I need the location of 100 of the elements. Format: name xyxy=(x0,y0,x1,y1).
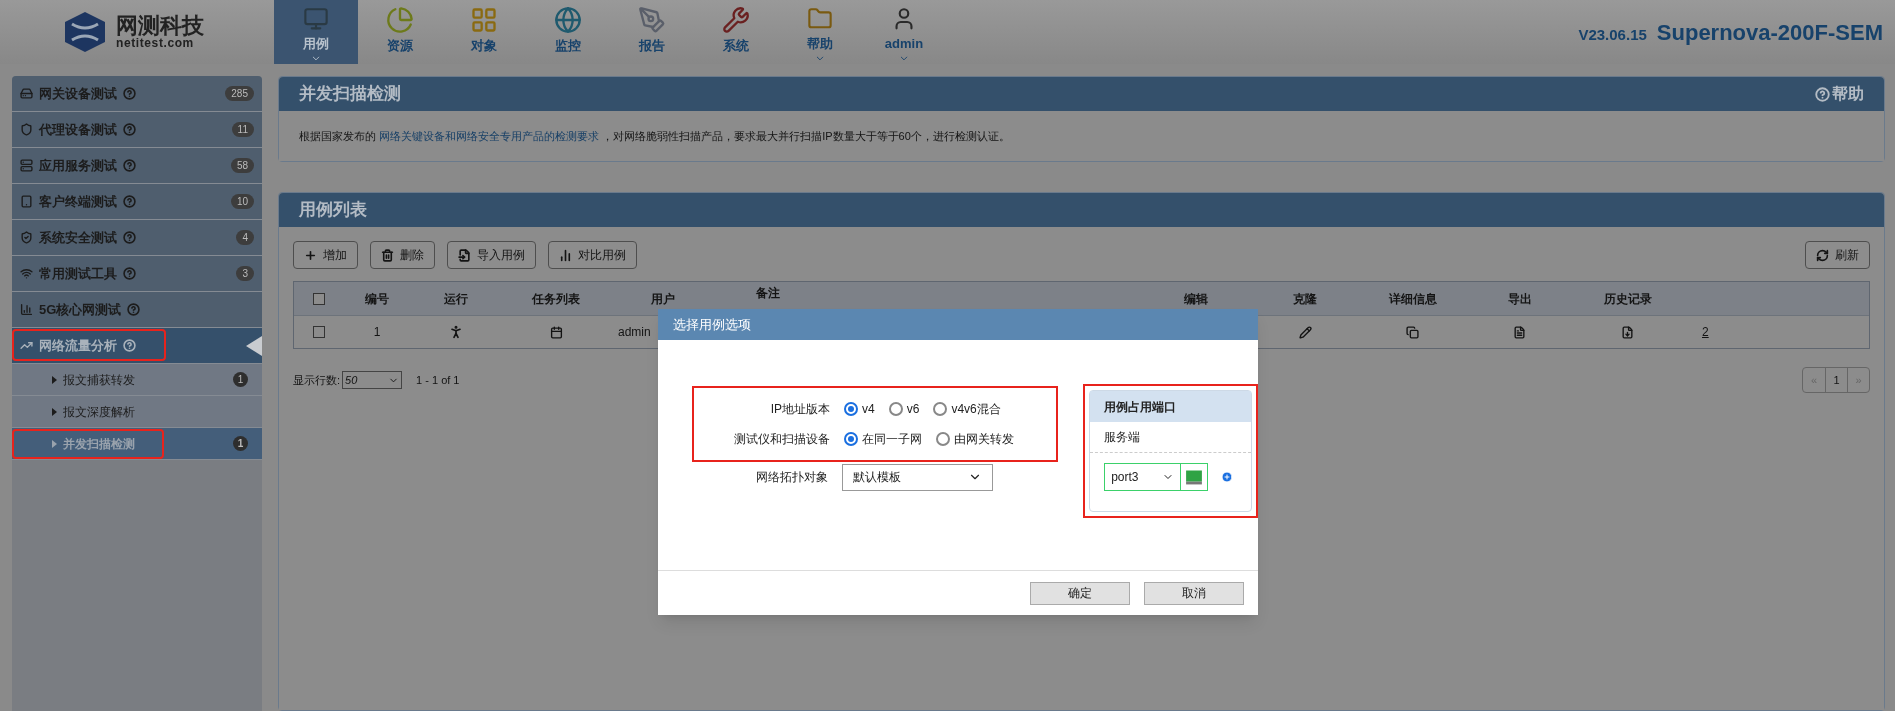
sidebar-item[interactable]: 应用服务测试 58 xyxy=(12,148,262,184)
column-header: 用户 xyxy=(651,290,675,308)
nav-tab[interactable]: 用例 xyxy=(274,0,358,64)
ports-title: 用例占用端口 xyxy=(1104,398,1177,416)
count-badge: 285 xyxy=(225,86,254,101)
column-header: 编号 xyxy=(365,290,389,308)
globe-icon xyxy=(554,6,582,34)
bullet-icon xyxy=(52,439,57,448)
nav-tab[interactable]: 帮助 xyxy=(778,0,862,64)
radio-button[interactable] xyxy=(936,432,950,446)
shield-icon xyxy=(20,123,33,136)
page-button[interactable]: 1 xyxy=(1825,368,1847,392)
signal-icon xyxy=(20,303,33,316)
topology-select[interactable]: 默认模板 xyxy=(842,463,993,491)
option-label: IP地址版本 xyxy=(769,401,831,418)
help-link[interactable]: 帮助 xyxy=(1832,82,1864,106)
server-icon xyxy=(20,159,33,172)
bullet-icon xyxy=(52,375,57,384)
copy-icon[interactable] xyxy=(1406,325,1419,339)
column-header: 运行 xyxy=(444,290,468,308)
count-badge: 3 xyxy=(236,266,254,281)
toolbar-button[interactable]: 导入用例 xyxy=(447,241,536,269)
refresh-button[interactable]: 刷新 xyxy=(1805,241,1870,269)
category-label: 代理设备测试 xyxy=(39,120,117,139)
help-icon xyxy=(1815,86,1830,102)
nav-tab[interactable]: 资源 xyxy=(358,0,442,64)
radio-label: v6 xyxy=(906,401,920,418)
radio-label: 由网关转发 xyxy=(954,431,1014,448)
pie-chart-icon xyxy=(386,6,414,34)
nav-tab[interactable]: admin xyxy=(862,0,946,64)
column-header: 历史记录 xyxy=(1603,290,1652,308)
nav-tab[interactable]: 报告 xyxy=(610,0,694,64)
history-link[interactable]: 2 xyxy=(1702,325,1709,339)
toolbar-button[interactable]: 增加 xyxy=(293,241,358,269)
column-header: 编辑 xyxy=(1184,290,1208,308)
radio-label: v4v6混合 xyxy=(951,401,1001,418)
radio-button[interactable] xyxy=(844,402,858,416)
bar-chart-icon xyxy=(559,248,572,262)
help-icon[interactable] xyxy=(123,159,136,172)
dialog-title: 选择用例选项 xyxy=(673,315,751,334)
help-icon[interactable] xyxy=(123,339,136,352)
help-icon[interactable] xyxy=(123,267,136,280)
dialog-button[interactable]: 确定 xyxy=(1030,581,1130,605)
help-icon[interactable] xyxy=(123,231,136,244)
dialog-button[interactable]: 取消 xyxy=(1144,581,1244,605)
select-all-checkbox[interactable] xyxy=(313,292,325,305)
help-icon[interactable] xyxy=(127,303,141,316)
run-icon[interactable] xyxy=(448,324,464,340)
sidebar-item[interactable]: 客户终端测试 10 xyxy=(12,184,262,220)
radio-button[interactable] xyxy=(933,402,948,416)
sidebar-item[interactable]: 代理设备测试 11 xyxy=(12,112,262,148)
rows-select[interactable]: 50 xyxy=(342,371,403,389)
range-label: 1 - 1 of 1 xyxy=(416,372,460,388)
radio-button[interactable] xyxy=(844,432,858,446)
subitem-label: 报文深度解析 xyxy=(63,403,135,421)
radio-label: 在同一子网 xyxy=(862,431,922,448)
nav-tab[interactable]: 监控 xyxy=(526,0,610,64)
radio-button[interactable] xyxy=(888,402,903,416)
count-badge: 11 xyxy=(231,122,254,137)
port-select[interactable]: port3 xyxy=(1104,463,1182,491)
standard-link[interactable]: 网络关键设备和网络安全专用产品的检测要求 xyxy=(379,129,600,142)
pen-icon xyxy=(638,6,666,34)
subitem-label: 报文捕获转发 xyxy=(63,371,135,389)
logo-domain: netitest.com xyxy=(116,37,194,49)
document-icon[interactable] xyxy=(1513,325,1526,339)
count-badge: 1 xyxy=(233,436,248,451)
nav-tab[interactable]: 对象 xyxy=(442,0,526,64)
toolbar-button[interactable]: 删除 xyxy=(370,241,435,269)
help-icon[interactable] xyxy=(123,123,136,136)
table-cell-text: 1 xyxy=(373,324,381,341)
radio-label: v4 xyxy=(862,401,875,418)
calendar-icon[interactable] xyxy=(549,325,563,339)
plus-icon xyxy=(304,248,317,262)
refresh-icon xyxy=(1816,248,1829,262)
help-icon[interactable] xyxy=(123,195,136,208)
sidebar-item[interactable]: 网络流量分析 xyxy=(12,328,262,364)
rows-label: 显示行数: xyxy=(293,372,341,388)
panel-title: 用例列表 xyxy=(299,199,367,222)
sidebar-item[interactable]: 常用测试工具 3 xyxy=(12,256,262,292)
toolbar-button[interactable]: 对比用例 xyxy=(548,241,637,269)
network-port-icon[interactable] xyxy=(1181,463,1209,491)
help-icon[interactable] xyxy=(123,87,136,100)
sidebar-item[interactable]: 网关设备测试 285 xyxy=(12,76,262,112)
column-header: 详细信息 xyxy=(1388,290,1437,308)
table-cell: admin xyxy=(618,325,651,339)
sidebar-subitem[interactable]: 报文深度解析 xyxy=(12,396,262,428)
nav-tab[interactable]: 系统 xyxy=(694,0,778,64)
category-label: 常用测试工具 xyxy=(39,264,117,283)
sidebar-subitem[interactable]: 并发扫描检测 1 xyxy=(12,428,262,460)
product-name: Supernova-200F-SEM xyxy=(1656,18,1883,47)
sidebar-subitem[interactable]: 报文捕获转发 1 xyxy=(12,364,262,396)
count-badge: 4 xyxy=(236,230,254,245)
add-port-icon[interactable] xyxy=(1221,471,1234,483)
sidebar-item[interactable]: 系统安全测试 4 xyxy=(12,220,262,256)
trash-icon xyxy=(381,248,394,262)
edit-icon[interactable] xyxy=(1298,325,1312,339)
export-icon[interactable] xyxy=(1621,325,1634,339)
trend-chart-icon xyxy=(20,339,33,352)
logo-icon xyxy=(62,10,108,54)
row-checkbox[interactable] xyxy=(313,326,325,338)
